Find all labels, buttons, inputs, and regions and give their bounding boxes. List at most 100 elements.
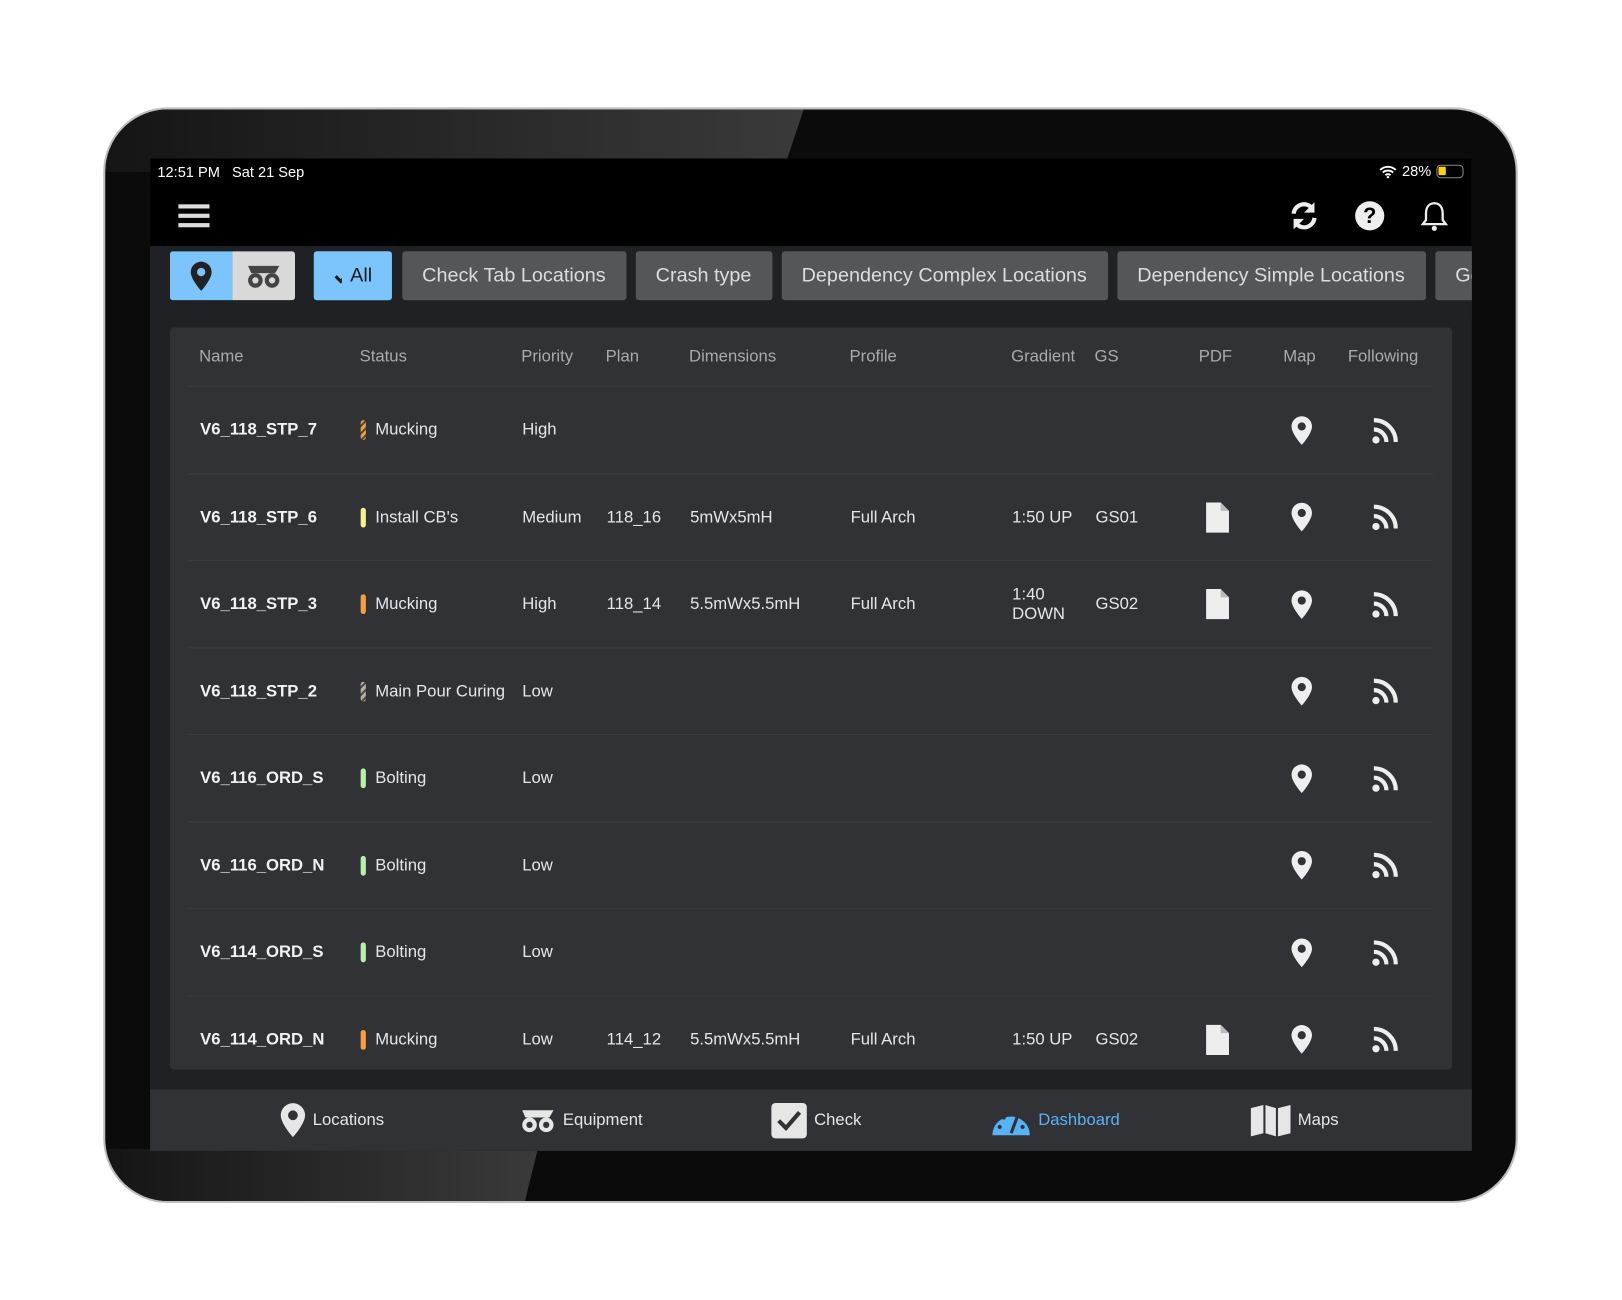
- follow-rss-icon[interactable]: [1372, 648, 1399, 735]
- refresh-icon[interactable]: [1285, 197, 1323, 235]
- table-row[interactable]: V6_118_STP_3 Mucking High 118_14 5.5mWx5.5mH…: [188, 559, 1434, 648]
- equipment-view-button[interactable]: [232, 251, 295, 301]
- gauge-icon: [990, 1103, 1032, 1136]
- nav-equipment[interactable]: Equipment: [519, 1089, 643, 1151]
- map-pin-icon[interactable]: [1290, 822, 1313, 909]
- filter-label: Crash type: [655, 264, 752, 287]
- column-header[interactable]: Status: [360, 348, 407, 367]
- column-header[interactable]: PDF: [1199, 348, 1232, 367]
- location-name[interactable]: V6_118_STP_2: [200, 648, 317, 735]
- gradient: [1012, 387, 1085, 474]
- follow-rss-icon[interactable]: [1372, 474, 1399, 561]
- status-color-bar: [360, 1029, 366, 1050]
- profile: Full Arch: [850, 1030, 916, 1049]
- filter-chip-button[interactable]: Dependency Simple Locations: [1117, 251, 1427, 301]
- column-header[interactable]: Gradient: [1011, 348, 1075, 367]
- table-row[interactable]: V6_118_STP_2 Main Pour Curing Low: [188, 646, 1434, 735]
- column-header[interactable]: Following: [1348, 348, 1418, 367]
- map-pin-icon[interactable]: [1290, 648, 1313, 735]
- filter-all-button[interactable]: All: [313, 251, 392, 301]
- location-name[interactable]: V6_116_ORD_S: [200, 735, 323, 822]
- filter-label: Dependency Simple Locations: [1137, 264, 1405, 287]
- table-row[interactable]: V6_114_ORD_N Mucking Low 114_12 5.5mWx5.5mH F…: [188, 995, 1434, 1083]
- map-pin-icon[interactable]: [1290, 387, 1313, 474]
- column-header[interactable]: Priority: [521, 348, 573, 367]
- check-icon: [334, 274, 342, 284]
- map-pin-icon[interactable]: [1290, 735, 1313, 822]
- location-name[interactable]: V6_114_ORD_N: [200, 996, 324, 1083]
- profile: Full Arch: [850, 595, 916, 613]
- location-pin-icon: [190, 261, 212, 291]
- pdf-icon[interactable]: [1206, 996, 1229, 1083]
- gradient: [1012, 822, 1085, 909]
- map-pin-icon[interactable]: [1290, 474, 1313, 561]
- follow-rss-icon[interactable]: [1372, 909, 1399, 996]
- status-color-bar: [360, 594, 366, 615]
- nav-locations[interactable]: Locations: [279, 1089, 384, 1151]
- checkbox-icon: [770, 1101, 808, 1139]
- gradient: [1012, 909, 1085, 996]
- nav-label: Check: [814, 1110, 862, 1129]
- follow-rss-icon[interactable]: [1372, 387, 1399, 474]
- status-bar: 12:51 PM Sat 21 Sep 28%: [150, 158, 1472, 186]
- map-pin-icon[interactable]: [1290, 996, 1313, 1083]
- bell-icon[interactable]: [1416, 197, 1454, 235]
- follow-rss-icon[interactable]: [1372, 735, 1399, 822]
- table-row[interactable]: V6_114_ORD_S Bolting Low: [188, 908, 1434, 996]
- dump-truck-icon: [519, 1108, 557, 1133]
- location-name[interactable]: V6_116_ORD_N: [200, 822, 324, 909]
- locations-table: Name Status Priority Plan Dimensions Profile G…: [169, 327, 1453, 1070]
- gradient: 1:50 UP: [1012, 508, 1073, 526]
- pdf-icon[interactable]: [1206, 474, 1229, 561]
- status-text: Mucking: [375, 421, 438, 439]
- column-header[interactable]: Map: [1283, 348, 1315, 367]
- priority: Low: [522, 769, 553, 788]
- nav-check[interactable]: Check: [770, 1089, 861, 1151]
- help-icon[interactable]: ?: [1351, 197, 1389, 235]
- map-pin-icon[interactable]: [1290, 909, 1313, 996]
- column-header[interactable]: Profile: [850, 348, 897, 367]
- status-color-bar: [360, 507, 366, 527]
- table-row[interactable]: V6_118_STP_7 Mucking High: [188, 385, 1434, 474]
- locations-view-button[interactable]: [169, 251, 233, 301]
- nav-maps[interactable]: Maps: [1250, 1089, 1339, 1151]
- column-header[interactable]: Name: [199, 348, 243, 367]
- nav-label: Locations: [312, 1110, 385, 1129]
- status-text: Mucking: [375, 595, 438, 613]
- follow-rss-icon[interactable]: [1372, 561, 1399, 648]
- app-header: ?: [150, 185, 1472, 247]
- table-row[interactable]: V6_116_ORD_N Bolting Low: [188, 820, 1434, 909]
- priority: Medium: [522, 508, 582, 526]
- priority: High: [522, 421, 557, 439]
- column-header[interactable]: Dimensions: [689, 348, 776, 367]
- map-pin-icon[interactable]: [1290, 561, 1313, 648]
- filter-chip-button[interactable]: Check Tab Locations: [402, 251, 627, 301]
- follow-rss-icon[interactable]: [1372, 996, 1399, 1083]
- location-name[interactable]: V6_118_STP_3: [200, 561, 317, 648]
- filter-label: All: [350, 264, 373, 287]
- filter-label: Check Tab Locations: [422, 264, 606, 287]
- status-text: Install CB's: [375, 508, 459, 526]
- column-header[interactable]: GS: [1095, 348, 1119, 367]
- nav-label: Equipment: [562, 1110, 643, 1129]
- nav-dashboard[interactable]: Dashboard: [990, 1089, 1120, 1151]
- status-text: Bolting: [375, 769, 427, 788]
- table-row[interactable]: V6_118_STP_6 Install CB's Medium 118_16 5mWx…: [188, 472, 1434, 561]
- clock: 12:51 PM: [157, 163, 220, 181]
- filter-chip-button[interactable]: Crash type: [635, 251, 773, 301]
- menu-icon[interactable]: [175, 197, 213, 235]
- location-name[interactable]: V6_118_STP_6: [200, 474, 317, 561]
- location-name[interactable]: V6_114_ORD_S: [200, 909, 323, 996]
- filter-label: Ge: [1455, 264, 1472, 287]
- filter-chip-button[interactable]: Ge: [1435, 251, 1472, 301]
- pdf-icon[interactable]: [1206, 561, 1229, 648]
- filter-chip-button[interactable]: Dependency Complex Locations: [781, 251, 1109, 301]
- follow-rss-icon[interactable]: [1372, 822, 1399, 909]
- status-text: Main Pour Curing: [375, 682, 506, 701]
- status-color-bar: [360, 942, 366, 963]
- location-name[interactable]: V6_118_STP_7: [200, 387, 317, 474]
- wifi-icon: [1379, 165, 1397, 178]
- table-row[interactable]: V6_116_ORD_S Bolting Low: [188, 733, 1434, 822]
- column-header[interactable]: Plan: [606, 348, 639, 367]
- dump-truck-icon: [248, 265, 280, 288]
